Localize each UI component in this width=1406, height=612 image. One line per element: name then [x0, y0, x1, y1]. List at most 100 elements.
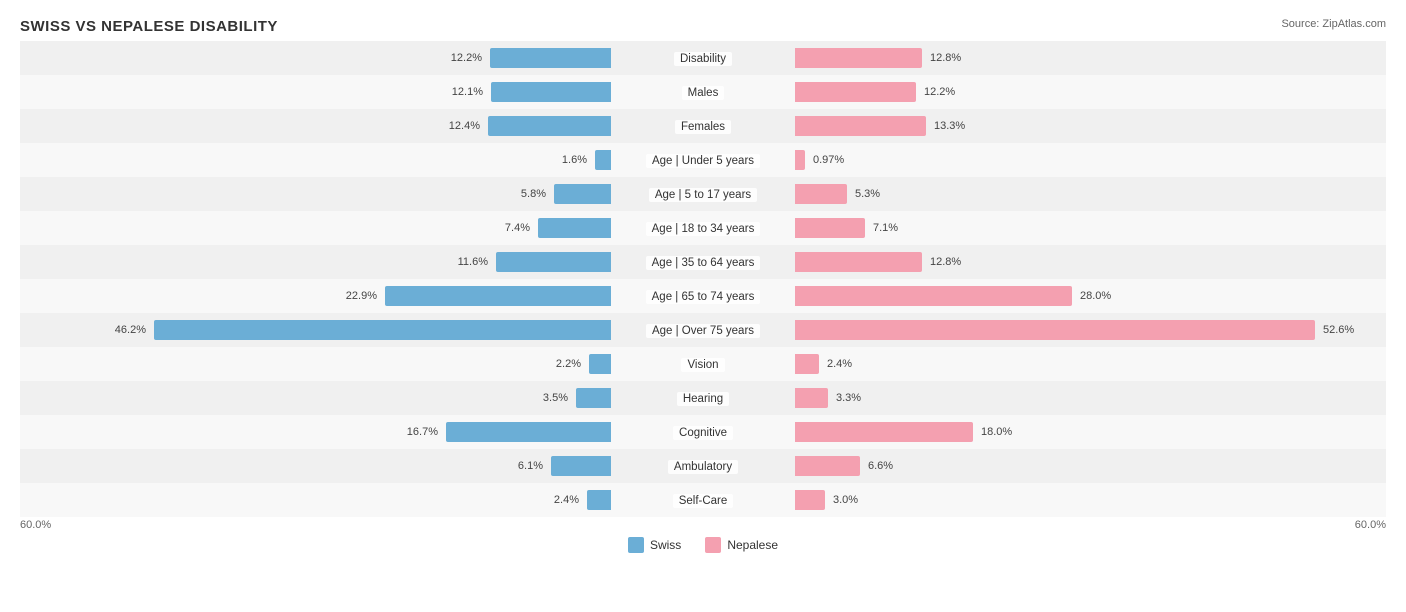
row-center-label: Ambulatory: [668, 460, 738, 474]
nepalese-value-label: 28.0%: [1080, 290, 1111, 302]
nepalese-value-label: 2.4%: [827, 358, 852, 370]
chart-rows-area: 12.2% Disability 12.8% 12.1%: [20, 41, 1386, 517]
swiss-value-label: 6.1%: [518, 460, 543, 472]
nepalese-value-label: 3.0%: [833, 494, 858, 506]
table-row: 5.8% Age | 5 to 17 years 5.3%: [20, 177, 1386, 211]
swiss-value-label: 46.2%: [115, 324, 146, 336]
bar-swiss: 22.9%: [385, 286, 611, 306]
swiss-value-label: 16.7%: [407, 426, 438, 438]
bar-right-area: 18.0%: [793, 415, 1386, 449]
bar-nepalese: 52.6%: [795, 320, 1315, 340]
nepalese-value-label: 13.3%: [934, 120, 965, 132]
bar-left-area: 5.8%: [20, 177, 613, 211]
table-row: 11.6% Age | 35 to 64 years 12.8%: [20, 245, 1386, 279]
bar-left-area: 12.4%: [20, 109, 613, 143]
bar-nepalese: 5.3%: [795, 184, 847, 204]
bar-nepalese: 7.1%: [795, 218, 865, 238]
bar-nepalese: 3.0%: [795, 490, 825, 510]
row-center-label: Age | 65 to 74 years: [646, 290, 761, 304]
bar-swiss: 7.4%: [538, 218, 611, 238]
table-row: 12.1% Males 12.2%: [20, 75, 1386, 109]
axis-right-label: 60.0%: [1355, 519, 1386, 531]
center-label-area: Age | 35 to 64 years: [613, 253, 793, 271]
center-label-area: Self-Care: [613, 491, 793, 509]
row-inner: 2.4% Self-Care 3.0%: [20, 483, 1386, 517]
bar-left-area: 2.4%: [20, 483, 613, 517]
nepalese-value-label: 7.1%: [873, 222, 898, 234]
bar-nepalese: 13.3%: [795, 116, 926, 136]
swiss-value-label: 11.6%: [458, 256, 488, 268]
bar-swiss: 6.1%: [551, 456, 611, 476]
row-center-label: Age | 18 to 34 years: [646, 222, 761, 236]
bar-swiss: 12.4%: [488, 116, 611, 136]
bar-left-area: 1.6%: [20, 143, 613, 177]
table-row: 12.4% Females 13.3%: [20, 109, 1386, 143]
bar-left-area: 7.4%: [20, 211, 613, 245]
bar-swiss: 11.6%: [496, 252, 611, 272]
row-inner: 12.4% Females 13.3%: [20, 109, 1386, 143]
legend-nepalese-label: Nepalese: [727, 538, 778, 552]
source-label: Source: ZipAtlas.com: [1281, 18, 1386, 30]
bar-swiss: 2.2%: [589, 354, 611, 374]
bar-right-area: 28.0%: [793, 279, 1386, 313]
row-inner: 6.1% Ambulatory 6.6%: [20, 449, 1386, 483]
row-inner: 11.6% Age | 35 to 64 years 12.8%: [20, 245, 1386, 279]
legend-swiss: Swiss: [628, 537, 681, 553]
bar-right-area: 2.4%: [793, 347, 1386, 381]
center-label-area: Hearing: [613, 389, 793, 407]
nepalese-value-label: 12.8%: [930, 256, 961, 268]
row-inner: 2.2% Vision 2.4%: [20, 347, 1386, 381]
nepalese-value-label: 52.6%: [1323, 324, 1354, 336]
center-label-area: Ambulatory: [613, 457, 793, 475]
center-label-area: Females: [613, 117, 793, 135]
nepalese-value-label: 12.8%: [930, 52, 961, 64]
swiss-value-label: 2.4%: [554, 494, 579, 506]
table-row: 16.7% Cognitive 18.0%: [20, 415, 1386, 449]
bar-nepalese: 28.0%: [795, 286, 1072, 306]
row-center-label: Self-Care: [673, 494, 734, 508]
swiss-value-label: 12.1%: [452, 86, 483, 98]
row-inner: 3.5% Hearing 3.3%: [20, 381, 1386, 415]
table-row: 46.2% Age | Over 75 years 52.6%: [20, 313, 1386, 347]
row-inner: 12.2% Disability 12.8%: [20, 41, 1386, 75]
chart-title: SWISS VS NEPALESE DISABILITY: [20, 18, 1386, 35]
bar-swiss: 5.8%: [554, 184, 611, 204]
nepalese-value-label: 6.6%: [868, 460, 893, 472]
nepalese-value-label: 12.2%: [924, 86, 955, 98]
bar-swiss: 1.6%: [595, 150, 611, 170]
swiss-value-label: 22.9%: [346, 290, 377, 302]
center-label-area: Males: [613, 83, 793, 101]
bar-left-area: 3.5%: [20, 381, 613, 415]
axis-labels: 60.0% 60.0%: [20, 519, 1386, 531]
center-label-area: Age | Over 75 years: [613, 321, 793, 339]
table-row: 3.5% Hearing 3.3%: [20, 381, 1386, 415]
row-center-label: Age | Under 5 years: [646, 154, 760, 168]
bar-left-area: 2.2%: [20, 347, 613, 381]
table-row: 1.6% Age | Under 5 years 0.97%: [20, 143, 1386, 177]
bar-nepalese: 0.97%: [795, 150, 805, 170]
bar-swiss: 12.2%: [490, 48, 611, 68]
swiss-value-label: 12.4%: [449, 120, 480, 132]
bar-swiss: 16.7%: [446, 422, 611, 442]
bar-left-area: 46.2%: [20, 313, 613, 347]
swiss-value-label: 7.4%: [505, 222, 530, 234]
bar-swiss: 12.1%: [491, 82, 611, 102]
bar-left-area: 11.6%: [20, 245, 613, 279]
bar-left-area: 6.1%: [20, 449, 613, 483]
bar-nepalese: 3.3%: [795, 388, 828, 408]
row-center-label: Females: [675, 120, 731, 134]
bar-nepalese: 6.6%: [795, 456, 860, 476]
legend-swiss-label: Swiss: [650, 538, 681, 552]
row-center-label: Age | Over 75 years: [646, 324, 760, 338]
table-row: 12.2% Disability 12.8%: [20, 41, 1386, 75]
legend-swiss-box: [628, 537, 644, 553]
row-center-label: Males: [682, 86, 725, 100]
row-center-label: Vision: [681, 358, 724, 372]
bar-left-area: 12.1%: [20, 75, 613, 109]
center-label-area: Disability: [613, 49, 793, 67]
bar-left-area: 22.9%: [20, 279, 613, 313]
bar-nepalese: 18.0%: [795, 422, 973, 442]
row-center-label: Age | 5 to 17 years: [649, 188, 757, 202]
center-label-area: Age | 18 to 34 years: [613, 219, 793, 237]
legend-area: Swiss Nepalese: [20, 537, 1386, 553]
